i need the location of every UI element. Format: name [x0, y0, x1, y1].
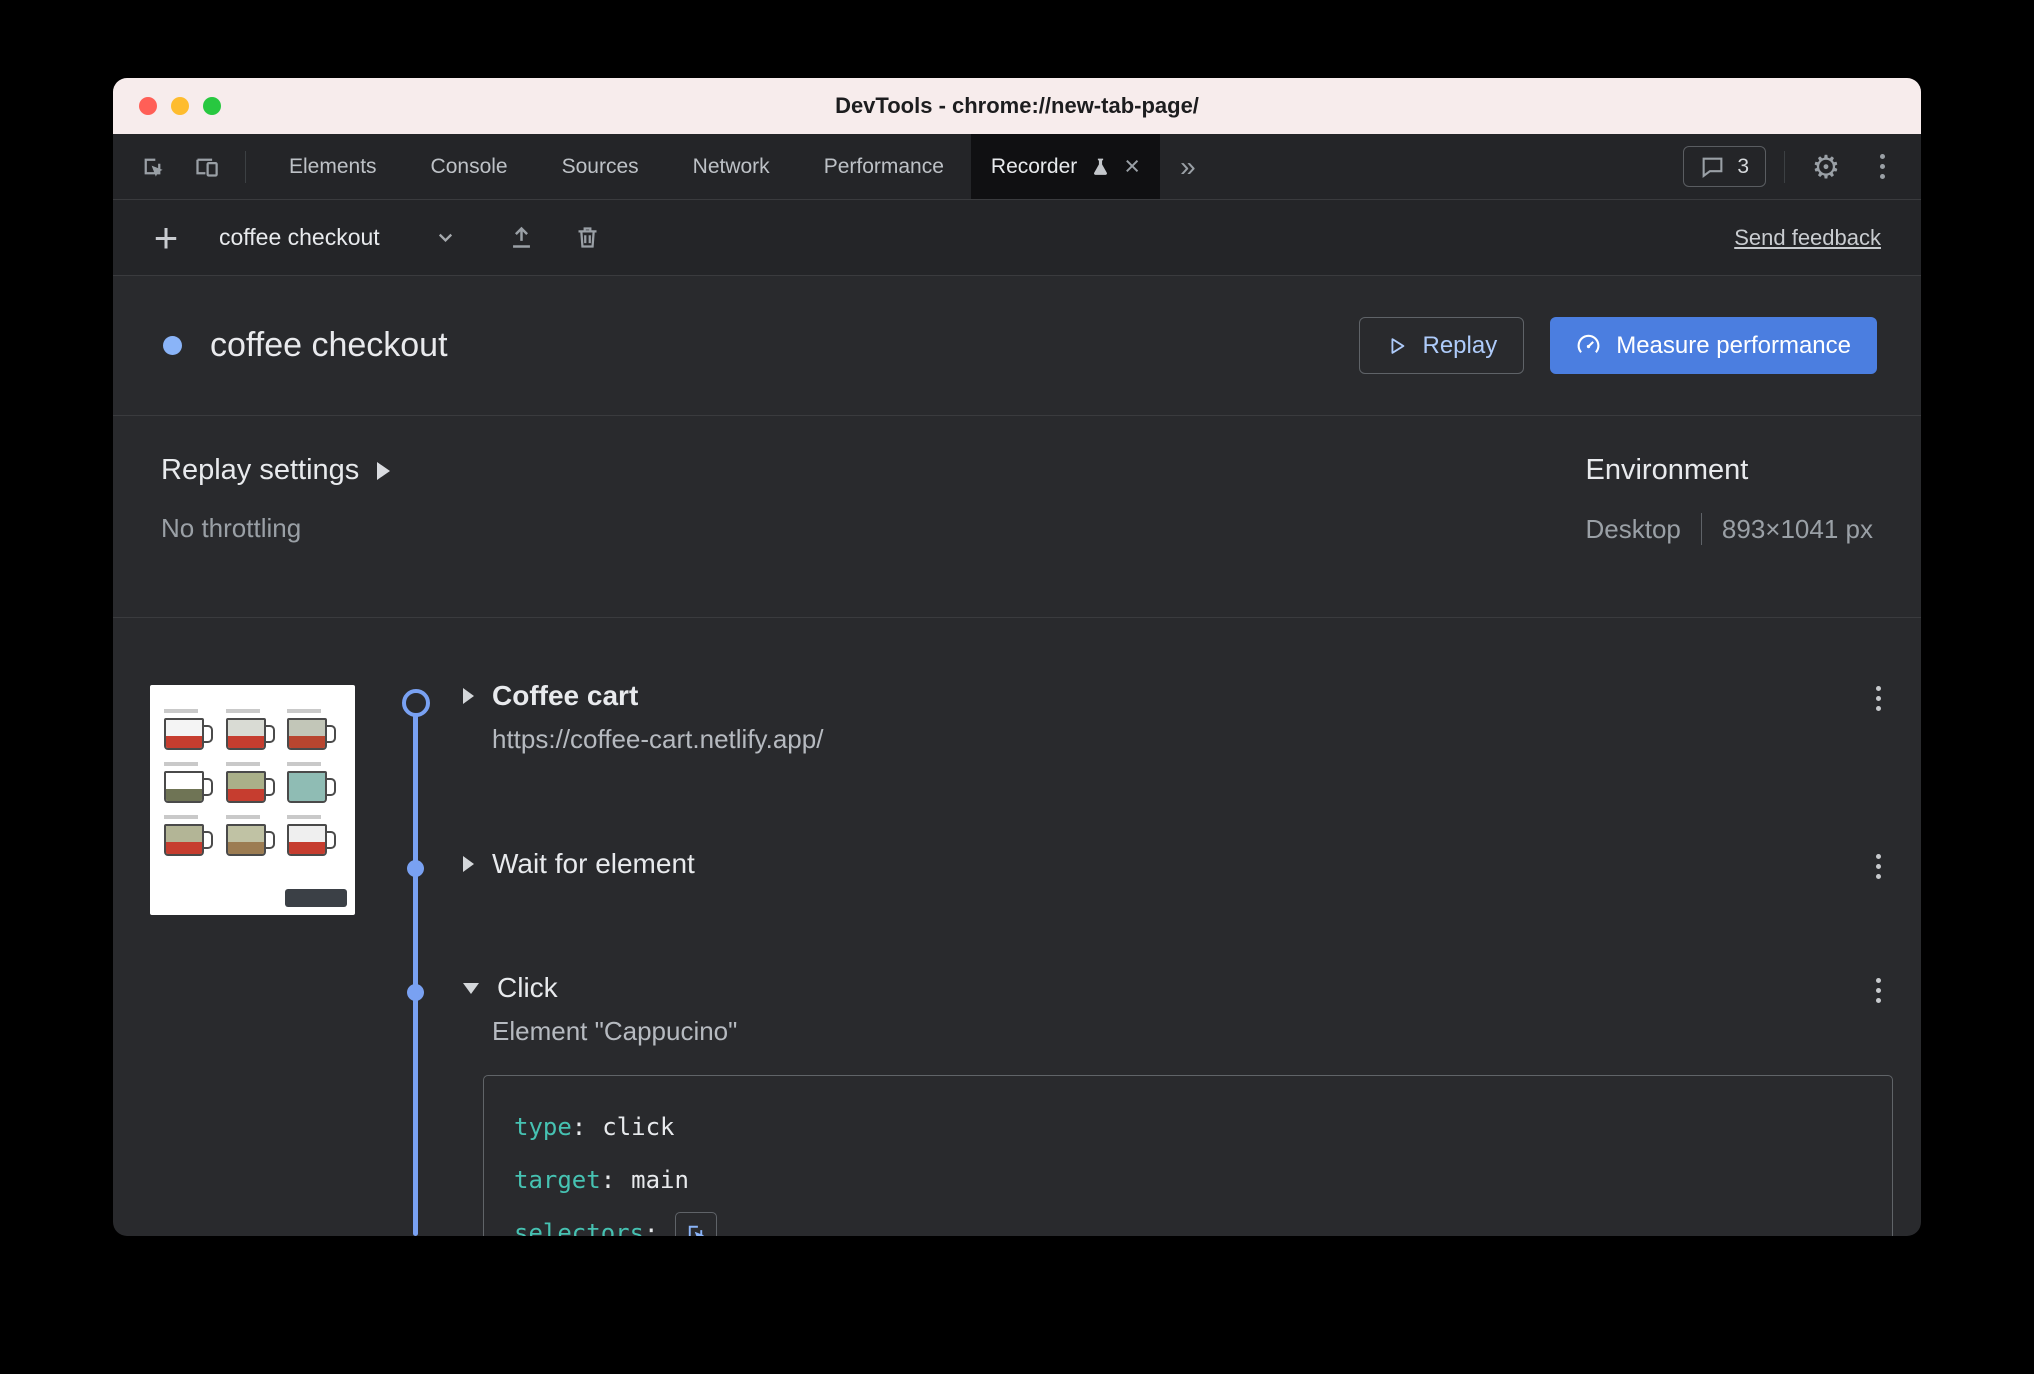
- zoom-window-button[interactable]: [203, 97, 221, 115]
- step-click: Click Element "Cappucino": [463, 972, 737, 1047]
- environment-label: Environment: [1585, 454, 1749, 486]
- speedometer-icon: [1576, 333, 1601, 358]
- tab-label: Performance: [823, 154, 944, 178]
- code-key: type: [514, 1112, 572, 1141]
- devtools-window: DevTools - chrome://new-tab-page/ Elemen…: [113, 78, 1921, 1236]
- tab-performance[interactable]: Performance: [797, 134, 971, 199]
- timeline-node-wait: [407, 860, 424, 877]
- send-feedback-link[interactable]: Send feedback: [1734, 225, 1881, 251]
- play-icon: [1386, 335, 1408, 357]
- header-actions: Replay Measure performance: [1358, 317, 1877, 374]
- traffic-lights: [139, 78, 221, 134]
- delete-recording-icon[interactable]: [565, 215, 611, 261]
- recording-status-dot: [163, 336, 182, 355]
- step-title: Coffee cart: [492, 680, 639, 711]
- recording-thumbnail: [150, 685, 355, 915]
- environment-dimensions: 893×1041 px: [1721, 513, 1873, 544]
- tabbar-left-icons: [113, 134, 262, 199]
- code-value: click: [602, 1112, 675, 1141]
- close-tab-icon[interactable]: ×: [1124, 153, 1140, 180]
- step-detail-editor: type: click target: main selectors:: [483, 1075, 1893, 1236]
- code-value: main: [631, 1165, 689, 1194]
- code-colon: :: [644, 1218, 659, 1237]
- step-element: Element "Cappucino": [492, 1016, 738, 1046]
- tabbar-right-icons: 3 ⚙: [1683, 134, 1921, 199]
- tab-sources[interactable]: Sources: [535, 134, 666, 199]
- tab-elements[interactable]: Elements: [262, 134, 404, 199]
- select-element-button[interactable]: [674, 1211, 717, 1236]
- expand-right-icon: [377, 461, 391, 480]
- environment-block: Environment Desktop 893×1041 px: [1586, 454, 1873, 545]
- replay-settings-section: Replay settings No throttling Environmen…: [113, 416, 1921, 618]
- code-colon: :: [571, 1112, 587, 1141]
- replay-button[interactable]: Replay: [1358, 317, 1525, 374]
- tab-label: Console: [430, 154, 508, 178]
- expand-down-icon: [463, 982, 479, 994]
- steps-section: Coffee cart https://coffee-cart.netlify.…: [113, 618, 1921, 1236]
- main-menu-kebab-icon[interactable]: [1859, 144, 1905, 190]
- issues-messages-button[interactable]: 3: [1683, 146, 1766, 187]
- tab-console[interactable]: Console: [404, 134, 535, 199]
- step-url: https://coffee-cart.netlify.app/: [492, 724, 824, 754]
- code-line-target: target: main: [514, 1153, 1862, 1206]
- more-tabs-chevron[interactable]: »: [1160, 134, 1216, 199]
- chevron-down-icon: [434, 226, 457, 249]
- tab-recorder-active[interactable]: Recorder ×: [970, 134, 1161, 199]
- step-menu-kebab-icon[interactable]: [1876, 686, 1881, 711]
- timeline-node-click: [407, 984, 424, 1001]
- code-line-type: type: click: [514, 1100, 1862, 1153]
- step-navigate: Coffee cart https://coffee-cart.netlify.…: [463, 680, 823, 755]
- code-line-selectors: selectors:: [514, 1206, 1862, 1236]
- tab-label: Network: [692, 154, 770, 178]
- replay-label: Replay: [1422, 331, 1498, 359]
- devtools-tabbar: Elements Console Sources Network Perform…: [113, 134, 1921, 200]
- message-bubble-icon: [1700, 154, 1725, 179]
- recording-select[interactable]: coffee checkout: [219, 224, 457, 251]
- step-title: Click: [497, 972, 558, 1003]
- timeline-line: [413, 704, 418, 1236]
- close-window-button[interactable]: [139, 97, 157, 115]
- recording-select-value: coffee checkout: [219, 224, 380, 250]
- tabbar-separator: [245, 150, 246, 183]
- code-key: selectors: [514, 1218, 645, 1237]
- cart-total-badge: [285, 889, 347, 907]
- inspect-element-icon[interactable]: [129, 144, 175, 190]
- replay-settings-label: Replay settings: [161, 454, 360, 486]
- export-recording-icon[interactable]: [499, 215, 545, 261]
- measure-performance-button[interactable]: Measure performance: [1550, 317, 1877, 374]
- recording-header: coffee checkout Replay Measure performan…: [113, 276, 1921, 416]
- tab-network[interactable]: Network: [666, 134, 797, 199]
- expand-right-icon: [463, 688, 474, 704]
- tab-label: Sources: [561, 154, 639, 178]
- recorder-toolbar: + coffee checkout Send feedback: [113, 200, 1921, 276]
- measure-performance-label: Measure performance: [1616, 331, 1851, 359]
- desktop-background: DevTools - chrome://new-tab-page/ Elemen…: [0, 0, 2034, 1374]
- message-count: 3: [1737, 154, 1749, 178]
- step-wait: Wait for element: [463, 848, 695, 880]
- expand-right-icon: [463, 856, 474, 872]
- step-navigate-toggle[interactable]: Coffee cart: [463, 680, 823, 712]
- window-title: DevTools - chrome://new-tab-page/: [835, 93, 1199, 118]
- tab-label: Elements: [289, 154, 377, 178]
- step-menu-kebab-icon[interactable]: [1876, 854, 1881, 879]
- recording-actions: [499, 215, 611, 261]
- add-recording-button[interactable]: +: [139, 214, 193, 262]
- step-menu-kebab-icon[interactable]: [1876, 978, 1881, 1003]
- code-colon: :: [600, 1165, 616, 1194]
- step-wait-toggle[interactable]: Wait for element: [463, 848, 695, 880]
- titlebar: DevTools - chrome://new-tab-page/: [113, 78, 1921, 134]
- environment-separator: [1700, 513, 1702, 545]
- recording-title: coffee checkout: [210, 326, 448, 364]
- device-toolbar-icon[interactable]: [183, 144, 229, 190]
- experiment-flask-icon: [1090, 156, 1111, 177]
- environment-device: Desktop: [1585, 513, 1681, 544]
- step-click-toggle[interactable]: Click: [463, 972, 737, 1004]
- minimize-window-button[interactable]: [171, 97, 189, 115]
- timeline-node-navigate: [402, 689, 430, 717]
- settings-gear-icon[interactable]: ⚙: [1803, 144, 1849, 190]
- tab-label: Recorder: [990, 154, 1078, 178]
- code-key: target: [514, 1165, 601, 1194]
- step-title: Wait for element: [492, 848, 695, 879]
- tabbar-separator: [1784, 150, 1785, 183]
